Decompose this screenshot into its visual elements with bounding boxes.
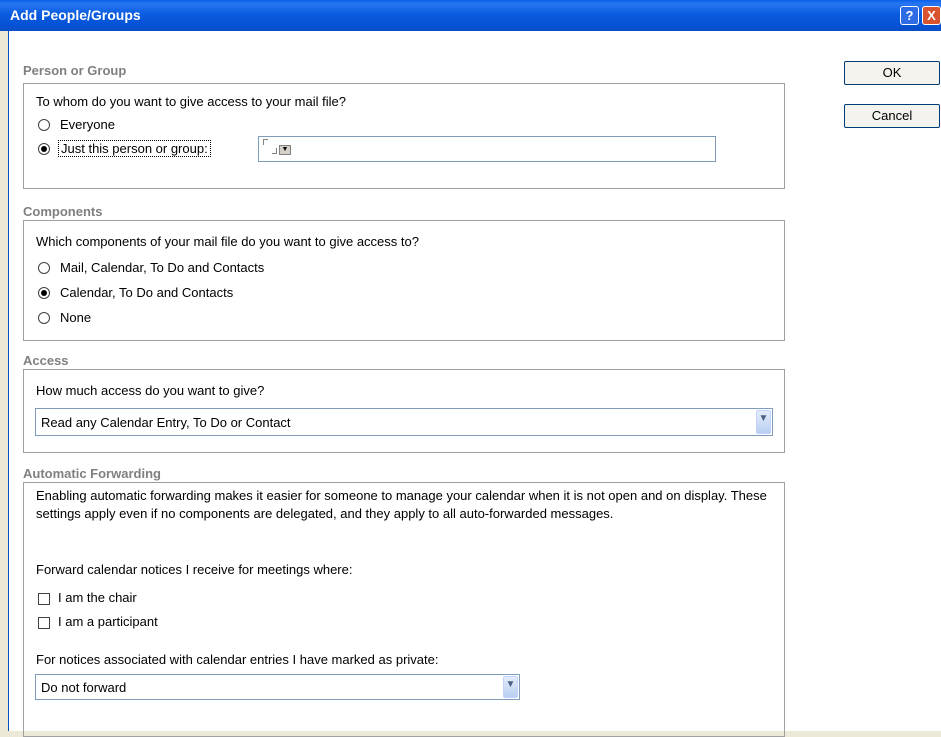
chevron-down-icon[interactable]: ▼ — [503, 676, 518, 698]
person-group-heading: Person or Group — [23, 63, 127, 78]
forwarding-box: Enabling automatic forwarding makes it e… — [23, 482, 785, 737]
close-button[interactable]: X — [922, 6, 941, 25]
access-box: How much access do you want to give? Rea… — [23, 369, 785, 453]
forwarding-heading: Automatic Forwarding — [23, 466, 161, 481]
radio-just-this-person[interactable] — [38, 143, 50, 155]
checkbox-participant[interactable] — [38, 617, 50, 629]
access-question: How much access do you want to give? — [36, 383, 265, 398]
radio-mail-calendar-todo-contacts-label[interactable]: Mail, Calendar, To Do and Contacts — [60, 260, 264, 275]
checkbox-chair-label[interactable]: I am the chair — [58, 590, 137, 605]
window-title: Add People/Groups — [10, 7, 141, 23]
private-notices-label: For notices associated with calendar ent… — [36, 652, 439, 667]
radio-calendar-todo-contacts-label[interactable]: Calendar, To Do and Contacts — [60, 285, 233, 300]
radio-calendar-todo-contacts[interactable] — [38, 287, 50, 299]
radio-just-this-person-label[interactable]: Just this person or group: — [58, 140, 211, 157]
radio-everyone[interactable] — [38, 119, 50, 131]
chevron-down-icon[interactable]: ▼ — [756, 410, 771, 434]
field-end-bracket-icon — [272, 148, 277, 154]
help-button[interactable]: ? — [900, 6, 919, 25]
checkbox-chair[interactable] — [38, 593, 50, 605]
radio-everyone-label[interactable]: Everyone — [60, 117, 115, 132]
checkbox-participant-label[interactable]: I am a participant — [58, 614, 158, 629]
access-level-value: Read any Calendar Entry, To Do or Contac… — [41, 415, 291, 430]
components-question: Which components of your mail file do yo… — [36, 234, 419, 249]
access-level-select[interactable]: Read any Calendar Entry, To Do or Contac… — [35, 408, 773, 436]
field-start-bracket-icon — [263, 139, 268, 145]
dialog-body: Person or Group To whom do you want to g… — [8, 31, 941, 737]
access-heading: Access — [23, 353, 69, 368]
person-group-box: To whom do you want to give access to yo… — [23, 83, 785, 189]
private-forwarding-select[interactable]: Do not forward ▼ — [35, 674, 520, 700]
address-picker-dropdown-icon[interactable]: ▼ — [279, 145, 291, 155]
private-forwarding-value: Do not forward — [41, 680, 127, 695]
title-bar: Add People/Groups ? X — [0, 0, 941, 31]
components-heading: Components — [23, 204, 103, 219]
ok-button[interactable]: OK — [844, 61, 940, 85]
radio-none-label[interactable]: None — [60, 310, 91, 325]
components-box: Which components of your mail file do yo… — [23, 220, 785, 341]
forward-notices-label: Forward calendar notices I receive for m… — [36, 562, 353, 577]
person-group-question: To whom do you want to give access to yo… — [36, 94, 346, 109]
forwarding-description: Enabling automatic forwarding makes it e… — [36, 488, 767, 521]
cancel-button[interactable]: Cancel — [844, 104, 940, 128]
radio-none[interactable] — [38, 312, 50, 324]
radio-mail-calendar-todo-contacts[interactable] — [38, 262, 50, 274]
person-name-input[interactable]: ▼ — [258, 136, 716, 162]
